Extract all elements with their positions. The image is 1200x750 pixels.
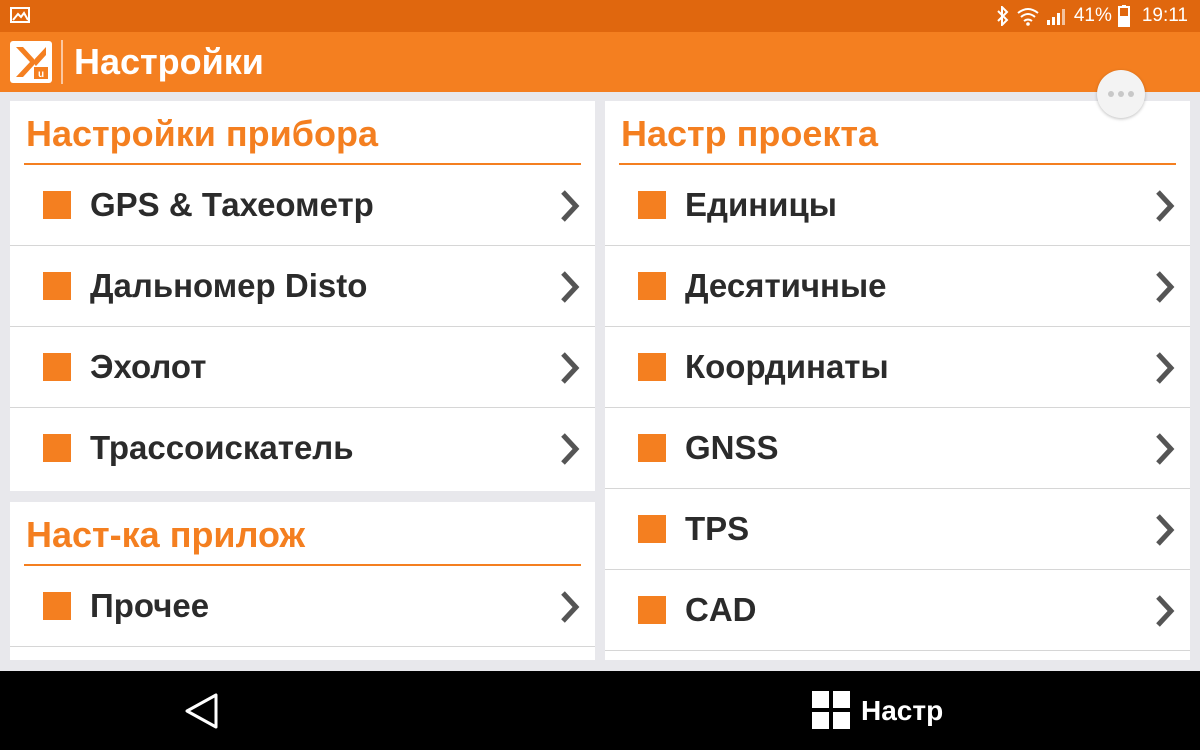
chevron-right-icon xyxy=(1156,595,1175,627)
navigation-bar: Настр xyxy=(0,671,1200,750)
app-bar-divider xyxy=(61,40,63,84)
wifi-icon xyxy=(1017,8,1039,26)
grid-menu-icon[interactable] xyxy=(812,691,850,729)
chevron-right-icon xyxy=(561,190,580,222)
settings-item-gps-total-station[interactable]: GPS & Тахеометр xyxy=(10,165,595,246)
bullet-icon xyxy=(638,596,666,624)
app-logo-icon[interactable]: u xyxy=(10,41,52,83)
settings-item-disto[interactable]: Дальномер Disto xyxy=(10,246,595,327)
dot-icon xyxy=(1108,91,1114,97)
settings-item-label: GPS & Тахеометр xyxy=(90,186,374,223)
settings-item-coordinates[interactable]: Координаты xyxy=(605,327,1190,408)
settings-item-label: Единицы xyxy=(685,186,837,223)
bullet-icon xyxy=(43,191,71,219)
dot-icon xyxy=(1118,91,1124,97)
device-settings-title: Настройки прибора xyxy=(26,113,379,154)
settings-item-label: TPS xyxy=(685,510,750,547)
settings-menu-button[interactable]: Настр xyxy=(861,691,943,731)
bullet-icon xyxy=(638,515,666,543)
project-settings-title: Настр проекта xyxy=(621,113,879,154)
bullet-icon xyxy=(638,191,666,219)
project-settings-header: Настр проекта xyxy=(605,101,1190,165)
settings-item-decimals[interactable]: Десятичные xyxy=(605,246,1190,327)
settings-item-cable-locator[interactable]: Трассоискатель xyxy=(10,408,595,488)
settings-item-other[interactable]: Прочее xyxy=(10,566,595,647)
chevron-right-icon xyxy=(1156,190,1175,222)
settings-item-cad[interactable]: CAD xyxy=(605,570,1190,651)
chevron-right-icon xyxy=(561,591,580,623)
image-notification-icon xyxy=(10,7,30,23)
bullet-icon xyxy=(638,434,666,462)
chevron-right-icon xyxy=(561,271,580,303)
device-settings-card: Настройки прибора GPS & Тахеометр Дально… xyxy=(10,101,595,491)
chevron-right-icon xyxy=(1156,352,1175,384)
app-settings-header: Наст-ка прилож xyxy=(10,502,595,566)
device-settings-header: Настройки прибора xyxy=(10,101,595,165)
bluetooth-icon xyxy=(997,6,1009,26)
clock: 19:11 xyxy=(1141,5,1188,26)
project-settings-card: Настр проекта Единицы Десятичные Координ… xyxy=(605,101,1190,660)
status-bar: 41% 19:11 xyxy=(0,0,1200,32)
bullet-icon xyxy=(43,353,71,381)
settings-item-echosounder[interactable]: Эхолот xyxy=(10,327,595,408)
settings-item-label: Эхолот xyxy=(90,348,207,385)
bullet-icon xyxy=(43,592,71,620)
settings-item-gnss[interactable]: GNSS xyxy=(605,408,1190,489)
settings-item-label: CAD xyxy=(685,591,757,628)
chevron-right-icon xyxy=(1156,433,1175,465)
settings-item-label: Дальномер Disto xyxy=(90,267,368,304)
app-bar: u Настройки xyxy=(0,32,1200,92)
chevron-right-icon xyxy=(561,433,580,465)
settings-item-units[interactable]: Единицы xyxy=(605,165,1190,246)
app-settings-title: Наст-ка прилож xyxy=(26,514,305,555)
bullet-icon xyxy=(43,272,71,300)
settings-item-label: Прочее xyxy=(90,587,210,624)
settings-item-label: GNSS xyxy=(685,429,779,466)
chevron-right-icon xyxy=(1156,514,1175,546)
battery-icon xyxy=(1117,5,1130,27)
battery-percent: 41% xyxy=(1073,5,1112,26)
bullet-icon xyxy=(43,434,71,462)
settings-item-label: Десятичные xyxy=(685,267,887,304)
svg-text:u: u xyxy=(38,69,44,80)
bullet-icon xyxy=(638,353,666,381)
settings-item-label: Координаты xyxy=(685,348,889,385)
page-title: Настройки xyxy=(74,41,264,82)
dot-icon xyxy=(1128,91,1134,97)
app-settings-card: Наст-ка прилож Прочее xyxy=(10,502,595,660)
signal-icon xyxy=(1046,9,1065,25)
settings-item-tps[interactable]: TPS xyxy=(605,489,1190,570)
bullet-icon xyxy=(638,272,666,300)
settings-item-label: Трассоискатель xyxy=(90,429,354,466)
chevron-right-icon xyxy=(561,352,580,384)
chevron-right-icon xyxy=(1156,271,1175,303)
back-icon[interactable] xyxy=(182,691,222,731)
overflow-menu-button[interactable] xyxy=(1097,70,1145,118)
